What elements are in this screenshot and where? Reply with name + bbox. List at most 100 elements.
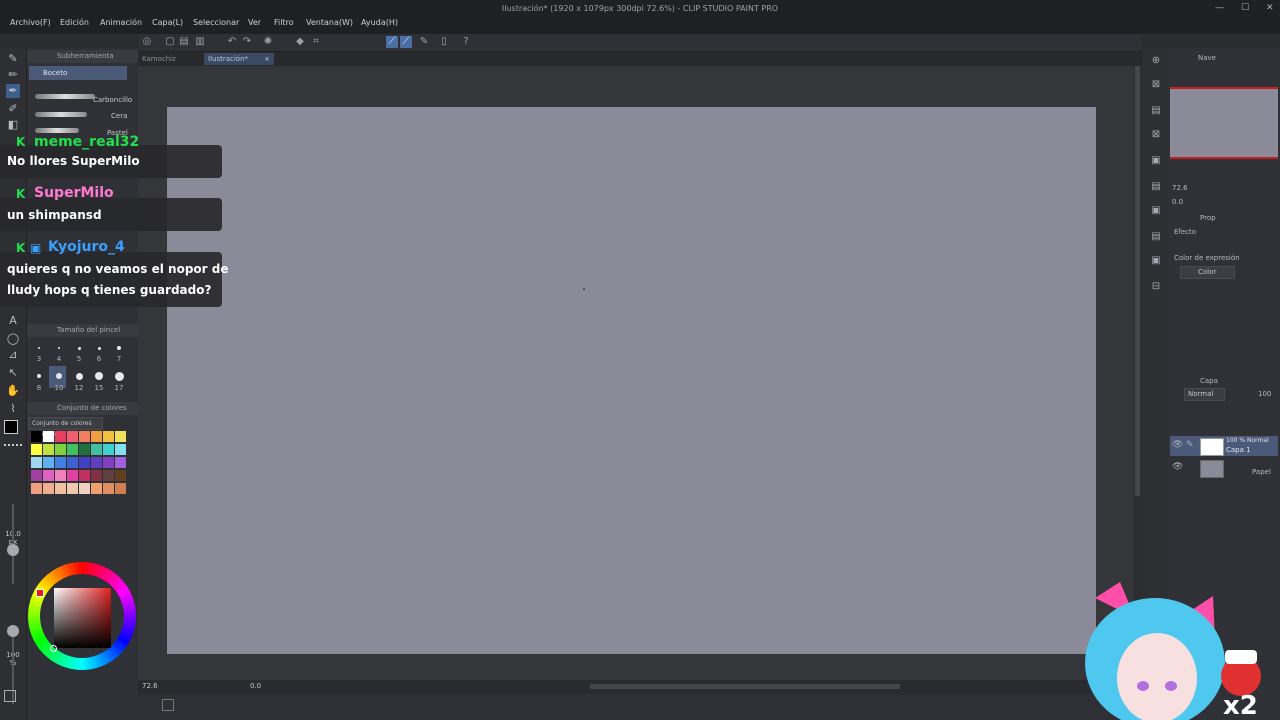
color-swatch[interactable] — [103, 483, 114, 494]
open-file-icon[interactable]: ▤ — [178, 36, 190, 48]
menu-archivo[interactable]: Archivo(F) — [10, 18, 51, 27]
zoom-readout[interactable]: 72.6 — [142, 682, 158, 690]
navigator-preview[interactable] — [1170, 87, 1278, 159]
brush-carboncillo[interactable]: Carboncillo — [93, 96, 132, 104]
tab-kamochiz[interactable]: Kamochiz — [138, 53, 180, 65]
operation-tool-icon[interactable]: ↖ — [6, 366, 20, 380]
layer-opacity[interactable]: 100 — [1258, 390, 1271, 398]
brush-size-dot[interactable] — [95, 372, 103, 380]
new-file-icon[interactable]: ▢ — [164, 36, 176, 48]
fill-icon[interactable]: ◆ — [294, 36, 306, 48]
tab-close-icon[interactable]: × — [264, 53, 270, 65]
menu-ayuda[interactable]: Ayuda(H) — [361, 18, 398, 27]
layer-search-icon[interactable]: ▤ — [1149, 230, 1163, 244]
save-icon[interactable]: ▥ — [194, 36, 206, 48]
layer-row-capa1[interactable]: 👁 ✎ 100 % Normal Capa 1 — [1170, 436, 1278, 456]
hue-marker[interactable] — [36, 589, 44, 597]
color-swatch[interactable] — [103, 457, 114, 468]
layer-property-icon[interactable]: ⊠ — [1149, 128, 1163, 142]
hand-tool-icon[interactable]: ✋ — [6, 384, 20, 398]
blend-mode-dropdown[interactable]: Normal — [1184, 388, 1225, 401]
snap-special-ruler-icon[interactable]: ⟋ — [400, 36, 412, 48]
animation-cels-icon[interactable]: ⊟ — [1149, 280, 1163, 294]
color-swatch[interactable] — [31, 444, 42, 455]
color-swatch[interactable] — [43, 457, 54, 468]
text-tool-icon[interactable]: A — [6, 314, 20, 328]
brush-size-dot[interactable] — [75, 372, 83, 380]
brush-size-dot[interactable] — [77, 346, 81, 350]
color-swatch[interactable] — [115, 470, 126, 481]
device-icon[interactable]: ▯ — [438, 36, 450, 48]
transform-icon[interactable]: ⌗ — [310, 36, 322, 48]
menu-ventana[interactable]: Ventana(W) — [306, 18, 353, 27]
color-swatch[interactable] — [43, 431, 54, 442]
color-marker[interactable] — [50, 645, 57, 652]
layout-icon[interactable] — [162, 699, 174, 711]
expression-color-dropdown[interactable]: Color — [1180, 266, 1235, 279]
color-set-dropdown[interactable]: Conjunto de colores predeter — [28, 417, 103, 438]
undo-icon[interactable]: ↶ — [226, 36, 238, 48]
subtool-boceto[interactable]: Boceto — [29, 66, 127, 80]
color-swatch[interactable] — [55, 444, 66, 455]
color-swatch[interactable] — [67, 457, 78, 468]
color-swatch[interactable] — [55, 457, 66, 468]
navigator-rotation[interactable]: 0.0 — [1172, 198, 1183, 206]
color-swatch[interactable] — [91, 483, 102, 494]
eraser-tool-icon[interactable]: ◧ — [6, 118, 20, 132]
sub-view-icon[interactable]: ⊠ — [1149, 78, 1163, 92]
color-swatch[interactable] — [79, 431, 90, 442]
color-swatch[interactable] — [91, 457, 102, 468]
color-swatch[interactable] — [67, 431, 78, 442]
color-swatch[interactable] — [91, 444, 102, 455]
color-swatch[interactable] — [79, 457, 90, 468]
menu-animacion[interactable]: Animación — [100, 18, 142, 27]
color-swatch[interactable] — [79, 470, 90, 481]
snap-ruler-icon[interactable]: ⟋ — [386, 36, 398, 48]
navigator-icon[interactable]: ⊕ — [1149, 54, 1163, 68]
saturation-value-square[interactable] — [54, 588, 111, 648]
color-swatch[interactable] — [31, 470, 42, 481]
minimize-button[interactable]: — — [1215, 3, 1224, 13]
color-swatch[interactable] — [67, 483, 78, 494]
color-swatch[interactable] — [43, 483, 54, 494]
eye-icon[interactable]: 👁 — [1172, 462, 1183, 472]
lasso-tool-icon[interactable]: ◯ — [6, 332, 20, 346]
eyedropper-tool-icon[interactable]: ⌇ — [6, 402, 20, 416]
pen-pressure-icon[interactable]: ✎ — [418, 36, 430, 48]
paper-canvas[interactable] — [167, 107, 1096, 654]
angle-readout[interactable]: 0.0 — [250, 682, 261, 690]
clear-icon[interactable]: ✺ — [262, 36, 274, 48]
vertical-scroll-thumb[interactable] — [1135, 66, 1140, 496]
menu-edicion[interactable]: Edición — [60, 18, 89, 27]
auto-action-icon[interactable]: ▤ — [1149, 180, 1163, 194]
pencil-tool-icon[interactable]: ✏ — [6, 68, 20, 82]
color-swap-icon[interactable] — [4, 690, 16, 702]
horizontal-scroll-thumb[interactable] — [590, 684, 900, 689]
main-color-swatch[interactable] — [4, 420, 18, 434]
redo-icon[interactable]: ↷ — [241, 36, 253, 48]
timeline-icon[interactable]: ▣ — [1149, 254, 1163, 268]
brush-size-dot[interactable] — [56, 373, 62, 379]
color-swatch[interactable] — [115, 457, 126, 468]
color-swatch[interactable] — [91, 431, 102, 442]
color-swatch[interactable] — [91, 470, 102, 481]
brush-size-dot[interactable] — [58, 347, 60, 349]
eye-icon[interactable]: 👁 — [1172, 440, 1183, 450]
color-swatch[interactable] — [103, 470, 114, 481]
help-icon[interactable]: ? — [460, 36, 472, 48]
color-swatch[interactable] — [115, 483, 126, 494]
brush-size-dot[interactable] — [38, 347, 40, 349]
color-swatch[interactable] — [115, 431, 126, 442]
close-button[interactable]: ✕ — [1266, 3, 1274, 13]
color-swatch[interactable] — [67, 444, 78, 455]
pen-tool-icon[interactable]: ✎ — [6, 52, 20, 66]
color-swatch[interactable] — [43, 444, 54, 455]
color-swatch[interactable] — [55, 483, 66, 494]
opacity-slider-knob[interactable] — [7, 625, 19, 637]
brush-size-dot[interactable] — [114, 371, 124, 381]
brush-tool-icon[interactable]: ✒ — [6, 84, 20, 98]
color-swatch[interactable] — [79, 483, 90, 494]
color-swatch[interactable] — [31, 457, 42, 468]
menu-capa[interactable]: Capa(L) — [152, 18, 183, 27]
maximize-button[interactable]: ☐ — [1241, 3, 1249, 13]
